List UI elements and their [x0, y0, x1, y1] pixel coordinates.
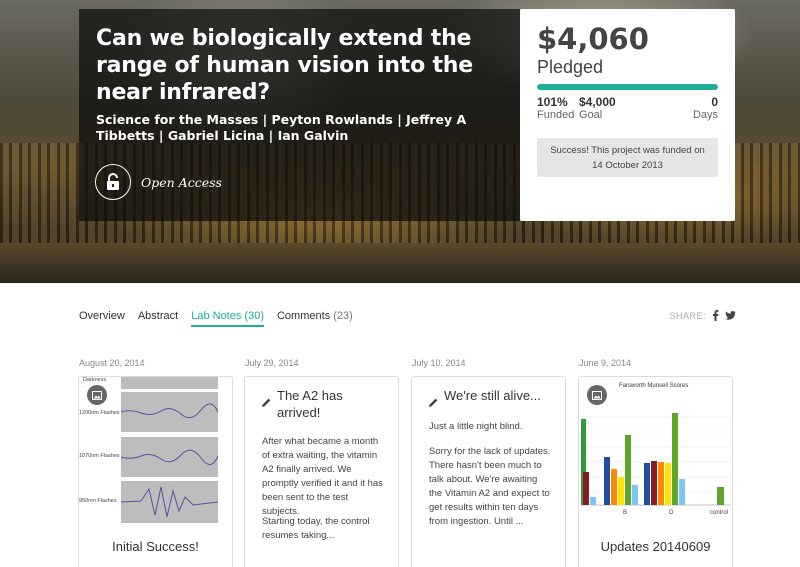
tab-overview-label: Overview	[79, 310, 125, 322]
facebook-icon[interactable]	[712, 310, 719, 321]
chart-category-label: D	[669, 510, 674, 516]
lab-note-2-title: The A2 has arrived!	[277, 388, 343, 420]
lab-note-3-title: We're still alive...	[444, 388, 541, 403]
chart-bar	[625, 435, 631, 505]
chart-bar	[665, 463, 671, 505]
open-access-label: Open Access	[141, 174, 222, 190]
card-4-date: June 9, 2014	[579, 358, 632, 368]
chart-bar	[618, 477, 624, 505]
days-stat: 0 Days	[693, 96, 718, 122]
chart-bar	[717, 487, 724, 505]
image-icon	[87, 385, 107, 405]
chart-bar	[644, 463, 650, 505]
chart-bar	[604, 457, 610, 505]
lab-note-2-excerpt-continued: Starting today, the control resumes taki…	[262, 516, 370, 541]
chart-category-label: control	[710, 510, 728, 516]
lab-note-card-1[interactable]: Darkness 1200nm Flashes 1070nm Flashes 9…	[78, 376, 233, 567]
lab-note-1-title: Initial Success!	[112, 539, 199, 554]
funding-stats: 101% Funded $4,000 Goal 0 Days	[537, 96, 718, 122]
thumb-wave-darkness	[121, 377, 218, 389]
tab-lab-notes-label: Lab Notes	[191, 310, 242, 322]
hero-banner: Can we biologically extend the range of …	[0, 0, 800, 283]
chart-category-label: B	[623, 510, 627, 516]
project-tabs: Overview Abstract Lab Notes (30) Comment…	[79, 310, 366, 327]
tab-comments-count: (23)	[333, 310, 353, 322]
funding-progress-fill	[537, 84, 718, 90]
card-3-date: July 10, 2014	[412, 358, 466, 368]
twitter-icon[interactable]	[725, 311, 736, 320]
chart-bar	[611, 469, 617, 505]
pencil-icon	[429, 394, 438, 412]
chart-bar	[632, 485, 638, 505]
tab-lab-notes[interactable]: Lab Notes (30)	[191, 310, 264, 327]
chart-bar	[590, 497, 596, 505]
thumb-label-1200: 1200nm Flashes	[79, 410, 120, 416]
funded-stat: 101% Funded	[537, 96, 574, 122]
goal-label: Goal	[579, 109, 603, 121]
pledged-amount: $4,060	[537, 22, 649, 56]
tab-lab-notes-count: (30)	[244, 310, 264, 322]
days-label: Days	[692, 109, 718, 121]
chart-bar	[672, 413, 678, 505]
chart-bar	[583, 472, 589, 505]
project-authors[interactable]: Science for the Masses | Peyton Rowlands…	[96, 112, 502, 144]
tab-comments-label: Comments	[276, 310, 331, 322]
open-access-badge: Open Access	[95, 164, 222, 200]
image-icon	[587, 385, 607, 405]
lab-note-3-excerpt-continued: Sorry for the lack of updates. There has…	[429, 446, 551, 527]
goal-value: $4,000	[579, 95, 616, 109]
lab-note-3-excerpt: Just a little night blind.	[429, 421, 523, 432]
card-1-date: August 20, 2014	[79, 358, 145, 368]
unlock-icon	[95, 164, 131, 200]
lab-note-card-2[interactable]: The A2 has arrived! After what became a …	[244, 376, 399, 567]
funded-success-message: Success! This project was funded on 14 O…	[537, 138, 718, 177]
chart-bar	[679, 479, 685, 505]
chart-bar	[658, 462, 664, 505]
project-title-panel: Can we biologically extend the range of …	[79, 9, 520, 221]
thumb-wave-950	[120, 481, 219, 523]
tab-abstract-label: Abstract	[137, 310, 179, 322]
thumb-wave-1200	[120, 392, 219, 432]
thumb-label-1070: 1070nm Flashes	[79, 453, 120, 459]
tab-abstract[interactable]: Abstract	[138, 310, 178, 327]
chart-bar	[651, 461, 657, 505]
funding-progress-bar	[537, 84, 718, 90]
pencil-icon	[262, 394, 271, 412]
share-label: SHARE:	[669, 310, 706, 321]
lab-note-card-4[interactable]: Farsworth Munsell Scores B D control Upd…	[578, 376, 733, 567]
funding-panel: $4,060 Pledged 101% Funded $4,000 Goal 0…	[520, 9, 735, 221]
pledged-label: Pledged	[537, 57, 604, 77]
goal-stat: $4,000 Goal	[579, 96, 616, 122]
funded-value: 101%	[537, 95, 568, 109]
thumb-label-darkness: Darkness	[83, 377, 107, 383]
lab-note-card-3[interactable]: We're still alive... Just a little night…	[411, 376, 566, 567]
project-title: Can we biologically extend the range of …	[96, 26, 473, 105]
tab-comments[interactable]: Comments (23)	[277, 310, 353, 327]
share-bar: SHARE:	[669, 310, 736, 321]
funded-label: Funded	[537, 109, 575, 121]
hero-background-ground	[0, 243, 800, 283]
tab-overview[interactable]: Overview	[79, 310, 125, 327]
lab-note-2-excerpt: After what became a month of extra waiti…	[262, 436, 383, 517]
thumb-label-950: 950nm Flashes	[79, 498, 117, 504]
lab-note-4-title: Updates 20140609	[600, 539, 711, 554]
days-value: 0	[711, 95, 718, 109]
card-2-date: July 29, 2014	[245, 358, 299, 368]
thumb-wave-1070	[120, 437, 219, 477]
